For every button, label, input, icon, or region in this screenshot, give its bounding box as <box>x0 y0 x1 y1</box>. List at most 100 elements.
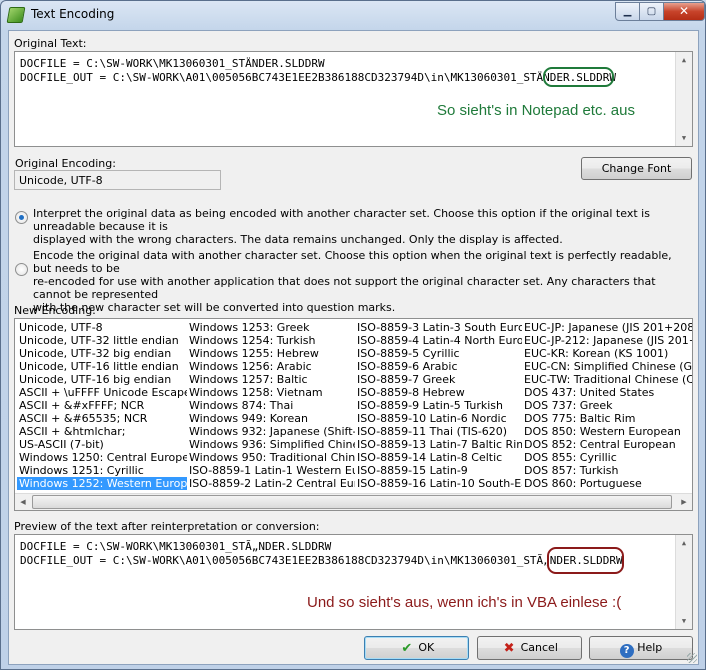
encoding-list-item[interactable]: Unicode, UTF-8 <box>17 321 187 334</box>
encoding-column-2: Windows 1253: Greek Windows 1254: Turkish… <box>187 321 355 490</box>
encoding-list-item[interactable]: ISO-8859-4 Latin-4 North European <box>355 334 522 347</box>
annotation-oval-green <box>543 67 614 87</box>
encoding-list-item[interactable]: Unicode, UTF-16 little endian <box>17 360 187 373</box>
cancel-button[interactable]: ✖ Cancel <box>477 636 582 660</box>
encoding-list-item[interactable]: Windows 1258: Vietnam <box>187 386 355 399</box>
encoding-list-item[interactable]: ISO-8859-3 Latin-3 South European <box>355 321 522 334</box>
encode-option-text[interactable]: Encode the original data with another ch… <box>33 249 693 314</box>
encoding-list-item[interactable]: Windows 932: Japanese (Shift-JIS) <box>187 425 355 438</box>
encoding-list-item[interactable]: Windows 950: Traditional Chinese (Big5) <box>187 451 355 464</box>
encoding-list-item[interactable]: ISO-8859-11 Thai (TIS-620) <box>355 425 522 438</box>
encoding-list-item[interactable]: ISO-8859-6 Arabic <box>355 360 522 373</box>
change-font-button[interactable]: Change Font <box>581 157 692 180</box>
encoding-list-item[interactable]: EUC-JP-212: Japanese (JIS 201+208+212) <box>522 334 692 347</box>
encoding-list-item[interactable]: Windows 874: Thai <box>187 399 355 412</box>
dialog-client-area: Original Text: DOCFILE = C:\SW-WORK\MK13… <box>8 30 699 665</box>
encoding-list-item[interactable]: Windows 1256: Arabic <box>187 360 355 373</box>
encoding-list-item[interactable]: ISO-8859-13 Latin-7 Baltic Rim <box>355 438 522 451</box>
encoding-list-item[interactable]: Windows 1253: Greek <box>187 321 355 334</box>
help-label: Help <box>637 641 663 654</box>
encoding-list-item[interactable]: Windows 1254: Turkish <box>187 334 355 347</box>
encoding-list-item[interactable]: EUC-JP: Japanese (JIS 201+208) <box>522 321 692 334</box>
interpret-radio[interactable] <box>15 211 28 224</box>
encoding-list-item[interactable]: ISO-8859-15 Latin-9 <box>355 464 522 477</box>
encode-radio[interactable] <box>15 263 28 276</box>
scroll-up-icon[interactable]: ▲ <box>676 535 692 551</box>
encode-line-3: with the new character set will be conve… <box>33 301 396 314</box>
preview-text-line-2: DOCFILE_OUT = C:\SW-WORK\A01\005056BC743… <box>20 554 623 567</box>
encoding-list-item[interactable]: DOS 850: Western European <box>522 425 692 438</box>
scroll-up-icon[interactable]: ▲ <box>676 52 692 68</box>
encoding-list-item[interactable]: DOS 437: United States <box>522 386 692 399</box>
scroll-left-icon[interactable]: ◀ <box>15 494 31 510</box>
encoding-list-item[interactable]: Windows 949: Korean <box>187 412 355 425</box>
minimize-icon: ▁ <box>623 6 632 17</box>
encoding-list-item[interactable]: ASCII + \uFFFF Unicode Escapes <box>17 386 187 399</box>
maximize-button[interactable]: ▢ <box>639 2 664 21</box>
scroll-right-icon[interactable]: ▶ <box>676 494 692 510</box>
encoding-list-item[interactable]: Unicode, UTF-32 big endian <box>17 347 187 360</box>
encoding-list-item[interactable]: Unicode, UTF-32 little endian <box>17 334 187 347</box>
interpret-option-text[interactable]: Interpret the original data as being enc… <box>33 207 693 246</box>
preview-text-line-1: DOCFILE = C:\SW-WORK\MK13060301_STÃ„NDER… <box>20 540 332 553</box>
ok-label: OK <box>418 641 435 654</box>
encoding-list-item[interactable]: ASCII + &#65535; NCR <box>17 412 187 425</box>
original-text-scrollbar[interactable]: ▲ ▼ <box>675 52 692 146</box>
encoding-list-item[interactable]: DOS 860: Portuguese <box>522 477 692 490</box>
cancel-x-icon: ✖ <box>503 641 515 656</box>
original-encoding-label: Original Encoding: <box>15 157 116 170</box>
encoding-list-item[interactable]: Windows 1257: Baltic <box>187 373 355 386</box>
interpret-line-1: Interpret the original data as being enc… <box>33 207 650 233</box>
encoding-list-item[interactable]: ISO-8859-9 Latin-5 Turkish <box>355 399 522 412</box>
encoding-list-item[interactable]: DOS 737: Greek <box>522 399 692 412</box>
app-icon <box>6 7 26 23</box>
encoding-list-item[interactable]: DOS 852: Central European <box>522 438 692 451</box>
encoding-list-item[interactable]: Windows 1255: Hebrew <box>187 347 355 360</box>
encoding-list-item[interactable]: Windows 1250: Central European <box>17 451 187 464</box>
encoding-list-item[interactable]: ISO-8859-8 Hebrew <box>355 386 522 399</box>
encoding-list-hscrollbar[interactable]: ◀ ▶ <box>15 493 692 510</box>
encoding-list-item[interactable]: ASCII + &htmlchar; <box>17 425 187 438</box>
encoding-list-item[interactable]: EUC-CN: Simplified Chinese (GB 2312) <box>522 360 692 373</box>
encoding-list-item[interactable]: US-ASCII (7-bit) <box>17 438 187 451</box>
encoding-list-item[interactable]: Windows 1251: Cyrillic <box>17 464 187 477</box>
title-bar[interactable]: Text Encoding ▁ ▢ ✕ <box>1 1 705 29</box>
encoding-list-item[interactable]: ISO-8859-1 Latin-1 Western European <box>187 464 355 477</box>
encoding-list-item[interactable]: EUC-KR: Korean (KS 1001) <box>522 347 692 360</box>
encoding-list-item[interactable]: ISO-8859-16 Latin-10 South-Eastern Europ… <box>355 477 522 490</box>
checkmark-icon: ✔ <box>401 641 413 656</box>
encoding-list-item[interactable]: DOS 775: Baltic Rim <box>522 412 692 425</box>
close-button[interactable]: ✕ <box>663 2 705 21</box>
hscroll-thumb[interactable] <box>32 495 672 509</box>
encoding-list-item[interactable]: ASCII + &#xFFFF; NCR <box>17 399 187 412</box>
preview-text-scrollbar[interactable]: ▲ ▼ <box>675 535 692 629</box>
encoding-list-item[interactable]: ISO-8859-7 Greek <box>355 373 522 386</box>
interpret-line-2: displayed with the wrong characters. The… <box>33 233 563 246</box>
ok-button[interactable]: ✔ OK <box>364 636 469 660</box>
encoding-list-item[interactable]: ISO-8859-10 Latin-6 Nordic <box>355 412 522 425</box>
encoding-column-4: EUC-JP: Japanese (JIS 201+208) EUC-JP-212… <box>522 321 692 490</box>
new-encoding-list[interactable]: Unicode, UTF-8 Unicode, UTF-32 little end… <box>14 318 693 511</box>
text-encoding-window: Text Encoding ▁ ▢ ✕ Original Text: DOCFI… <box>0 0 706 670</box>
resize-grip-icon[interactable] <box>687 653 697 663</box>
encoding-list-item[interactable]: Windows 1252: Western European <box>17 477 187 490</box>
encoding-column-1: Unicode, UTF-8 Unicode, UTF-32 little end… <box>17 321 187 490</box>
encoding-list-item[interactable]: ISO-8859-5 Cyrillic <box>355 347 522 360</box>
preview-text-box[interactable]: DOCFILE = C:\SW-WORK\MK13060301_STÃ„NDER… <box>14 534 693 630</box>
cancel-label: Cancel <box>520 641 558 654</box>
encoding-list-item[interactable]: ISO-8859-2 Latin-2 Central European <box>187 477 355 490</box>
encode-line-2: re-encoded for use with another applicat… <box>33 275 656 301</box>
encoding-list-item[interactable]: DOS 857: Turkish <box>522 464 692 477</box>
original-encoding-value: Unicode, UTF-8 <box>14 170 221 190</box>
original-text-line-2: DOCFILE_OUT = C:\SW-WORK\A01\005056BC743… <box>20 71 617 84</box>
scroll-down-icon[interactable]: ▼ <box>676 130 692 146</box>
encoding-list-item[interactable]: Unicode, UTF-16 big endian <box>17 373 187 386</box>
scroll-down-icon[interactable]: ▼ <box>676 613 692 629</box>
minimize-button[interactable]: ▁ <box>615 2 640 21</box>
encoding-list-item[interactable]: EUC-TW: Traditional Chinese (CNS 11643) <box>522 373 692 386</box>
encoding-list-item[interactable]: DOS 855: Cyrillic <box>522 451 692 464</box>
help-button[interactable]: ? Help <box>589 636 693 660</box>
encoding-list-item[interactable]: ISO-8859-14 Latin-8 Celtic <box>355 451 522 464</box>
original-text-box[interactable]: DOCFILE = C:\SW-WORK\MK13060301_STÄNDER.… <box>14 51 693 147</box>
encoding-list-item[interactable]: Windows 936: Simplified Chinese (GBK) <box>187 438 355 451</box>
